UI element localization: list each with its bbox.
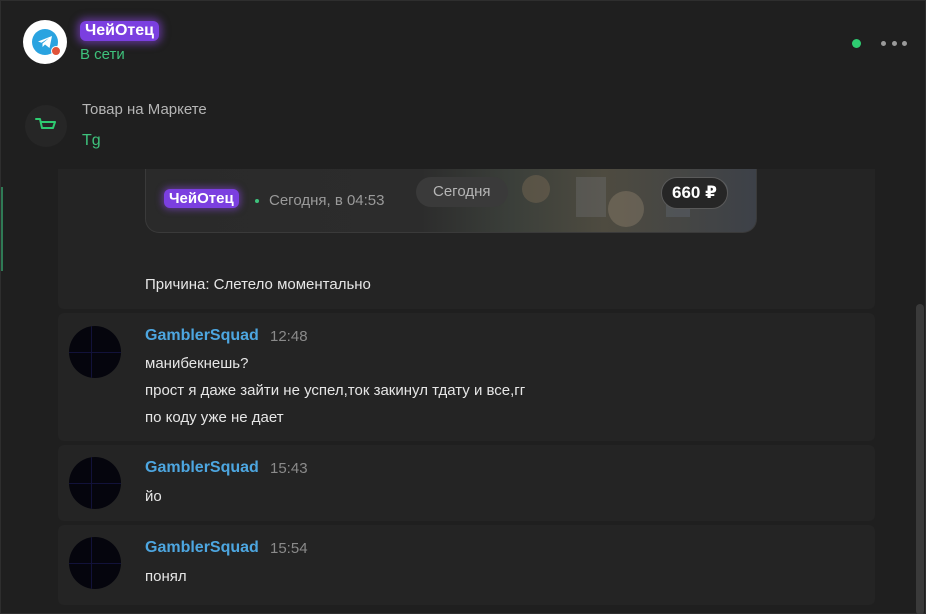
- telegram-icon: [32, 29, 61, 56]
- message-line: понял: [145, 568, 187, 585]
- message-text: йо: [145, 483, 162, 510]
- date-separator: Сегодня: [416, 177, 508, 207]
- more-options-button[interactable]: [879, 33, 909, 53]
- online-status: В сети: [80, 46, 125, 63]
- dot-icon: [902, 40, 907, 46]
- market-avatar[interactable]: [25, 105, 67, 147]
- reason-text: Причина: Слетело моментально: [145, 276, 371, 293]
- online-indicator-icon: [852, 39, 861, 48]
- chat-avatar[interactable]: [23, 20, 67, 64]
- product-card[interactable]: ЧейОтец Сегодня, в 04:53 Сегодня 660 ₽: [145, 169, 757, 233]
- product-time: Сегодня, в 04:53: [269, 192, 385, 209]
- arbitration-card: ЧейОтец Сегодня, в 04:53 Сегодня 660 ₽ П…: [58, 169, 875, 309]
- message-item: GamblerSquad 12:48 манибекнешь? прост я …: [58, 313, 875, 441]
- message-time: 12:48: [270, 328, 308, 345]
- dot-icon: [891, 40, 897, 46]
- avatar[interactable]: [69, 326, 121, 378]
- left-accent-line: [1, 187, 3, 271]
- message-author[interactable]: GamblerSquad: [145, 539, 259, 557]
- message-time: 15:43: [270, 460, 308, 477]
- message-line: йо: [145, 488, 162, 505]
- chat-header: ЧейОтец В сети: [1, 1, 926, 87]
- chat-title[interactable]: ЧейОтец: [80, 21, 159, 41]
- market-title[interactable]: Товар на Маркете: [82, 101, 207, 118]
- seller-name[interactable]: ЧейОтец: [164, 189, 239, 208]
- message-line: манибекнешь?: [145, 355, 249, 372]
- avatar[interactable]: [69, 537, 121, 589]
- message-item: GamblerSquad 15:43 йо: [58, 445, 875, 521]
- message-text: понял: [145, 563, 187, 590]
- chat-window: ЧейОтец В сети Товар на Маркете Tg ЧейОт…: [0, 0, 926, 614]
- message-list: ЧейОтец Сегодня, в 04:53 Сегодня 660 ₽ П…: [58, 169, 875, 614]
- message-time: 15:54: [270, 540, 308, 557]
- message-line: прост я даже зайти не успел,ток закинул …: [145, 382, 526, 399]
- notification-badge: [51, 46, 61, 56]
- message-item: GamblerSquad 15:54 понял: [58, 525, 875, 605]
- message-author[interactable]: GamblerSquad: [145, 327, 259, 345]
- message-line: по коду уже не дает: [145, 409, 284, 426]
- message-author[interactable]: GamblerSquad: [145, 459, 259, 477]
- seller-online-icon: [255, 199, 259, 203]
- message-text: манибекнешь? прост я даже зайти не успел…: [145, 350, 525, 431]
- avatar[interactable]: [69, 457, 121, 509]
- market-category[interactable]: Tg: [82, 132, 101, 150]
- price-badge: 660 ₽: [661, 177, 728, 209]
- scrollbar[interactable]: [916, 304, 924, 614]
- cart-icon: [35, 118, 56, 129]
- dot-icon: [881, 40, 886, 46]
